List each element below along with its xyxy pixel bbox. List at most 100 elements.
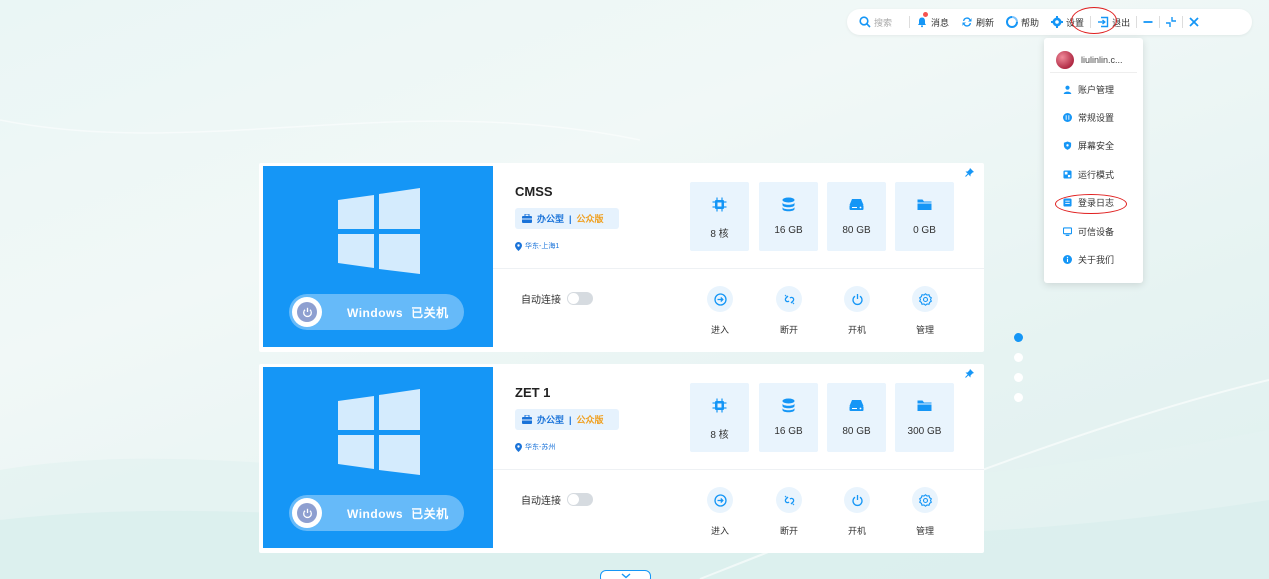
desktop-preview[interactable]: Windows 已关机 bbox=[263, 367, 493, 548]
minimize-button[interactable] bbox=[1137, 9, 1159, 35]
cpu-icon bbox=[712, 197, 727, 212]
top-toolbar: 搜索 消息 刷新 帮助 设置 退出 bbox=[847, 9, 1252, 35]
region-label: 华东-上海1 bbox=[515, 241, 559, 251]
cpu-icon bbox=[712, 398, 727, 413]
os-name: Windows bbox=[347, 305, 404, 320]
menu-item-screen-security[interactable]: 屏幕安全 bbox=[1044, 132, 1143, 160]
desktop-card: Windows 已关机 ZET 1 办公型 | 公众版 华东-苏州 8 核 16 … bbox=[259, 364, 984, 553]
minimize-icon bbox=[1143, 21, 1153, 23]
menu-item-account[interactable]: 账户管理 bbox=[1044, 75, 1143, 103]
os-state-text: Windows 已关机 bbox=[347, 304, 449, 321]
page-indicator bbox=[1014, 333, 1023, 413]
auto-connect-toggle[interactable] bbox=[567, 493, 593, 506]
os-state-text: Windows 已关机 bbox=[347, 505, 449, 522]
close-icon bbox=[1189, 17, 1199, 27]
power-on-button[interactable]: 开机 bbox=[832, 487, 882, 537]
disconnect-button[interactable]: 断开 bbox=[764, 487, 814, 537]
page-dot-1[interactable] bbox=[1014, 333, 1023, 342]
settings-icon bbox=[1063, 113, 1072, 123]
auto-connect-row: 自动连接 bbox=[521, 291, 593, 306]
auto-connect-row: 自动连接 bbox=[521, 492, 593, 507]
enter-icon bbox=[713, 292, 727, 306]
auto-connect-label: 自动连接 bbox=[521, 295, 561, 306]
desktop-card: Windows 已关机 CMSS 办公型 | 公众版 华东-上海1 8 核 16 … bbox=[259, 163, 984, 352]
menu-item-label: 屏幕安全 bbox=[1078, 141, 1115, 152]
refresh-button[interactable]: 刷新 bbox=[955, 9, 1000, 35]
manage-button[interactable]: 管理 bbox=[900, 487, 950, 537]
location-icon bbox=[515, 241, 522, 251]
mode-icon bbox=[1063, 170, 1072, 179]
menu-item-label: 运行模式 bbox=[1078, 169, 1115, 180]
tag-separator: | bbox=[569, 213, 572, 224]
refresh-label: 刷新 bbox=[976, 17, 995, 28]
enter-button[interactable]: 进入 bbox=[695, 487, 745, 537]
folder-icon bbox=[917, 400, 932, 411]
help-button[interactable]: 帮助 bbox=[1000, 9, 1045, 35]
restore-button[interactable] bbox=[1160, 9, 1182, 35]
power-button[interactable] bbox=[292, 297, 322, 327]
power-icon bbox=[851, 293, 863, 305]
pin-icon[interactable] bbox=[965, 369, 974, 378]
close-button[interactable] bbox=[1183, 9, 1205, 35]
power-button[interactable] bbox=[292, 498, 322, 528]
menu-item-about[interactable]: 关于我们 bbox=[1044, 245, 1143, 273]
pin-icon[interactable] bbox=[965, 168, 974, 177]
menu-item-label: 账户管理 bbox=[1078, 84, 1115, 95]
desktop-preview[interactable]: Windows 已关机 bbox=[263, 166, 493, 347]
log-icon bbox=[1063, 198, 1072, 207]
search-placeholder: 搜索 bbox=[874, 17, 893, 28]
enter-button[interactable]: 进入 bbox=[695, 286, 745, 336]
settings-label: 设置 bbox=[1066, 17, 1085, 28]
database-icon bbox=[782, 197, 795, 212]
windows-logo-icon bbox=[338, 188, 420, 274]
spec-system-disk: 80 GB bbox=[827, 383, 886, 452]
page-dot-4[interactable] bbox=[1014, 393, 1023, 402]
menu-item-run-mode[interactable]: 运行模式 bbox=[1044, 160, 1143, 188]
page-dot-3[interactable] bbox=[1014, 373, 1023, 382]
enter-label: 进入 bbox=[710, 526, 729, 536]
menu-item-general-settings[interactable]: 常规设置 bbox=[1044, 103, 1143, 131]
menu-item-label: 常规设置 bbox=[1078, 113, 1115, 124]
desktop-type-tag: 办公型 | 公众版 bbox=[515, 208, 619, 229]
menu-item-login-log[interactable]: 登录日志 bbox=[1044, 189, 1143, 217]
gear-icon bbox=[918, 493, 932, 507]
spec-system-disk-value: 80 GB bbox=[842, 426, 871, 437]
enter-label: 进入 bbox=[710, 325, 729, 335]
search-box[interactable]: 搜索 bbox=[853, 9, 909, 35]
tag-edition: 公众版 bbox=[576, 214, 604, 224]
power-on-label: 开机 bbox=[847, 325, 866, 335]
menu-username: liulinlin.c... bbox=[1081, 55, 1123, 65]
logout-button[interactable]: 退出 bbox=[1091, 9, 1136, 35]
desktop-type-tag: 办公型 | 公众版 bbox=[515, 409, 619, 430]
manage-button[interactable]: 管理 bbox=[900, 286, 950, 336]
expand-button[interactable] bbox=[600, 570, 651, 579]
settings-button[interactable]: 设置 bbox=[1045, 9, 1090, 35]
spec-memory-value: 16 GB bbox=[774, 426, 803, 437]
bell-icon bbox=[918, 17, 926, 28]
messages-button[interactable]: 消息 bbox=[910, 9, 955, 35]
disconnect-button[interactable]: 断开 bbox=[764, 286, 814, 336]
power-status-pill[interactable]: Windows 已关机 bbox=[289, 294, 464, 330]
disconnect-label: 断开 bbox=[779, 325, 798, 335]
menu-item-trusted-devices[interactable]: 可信设备 bbox=[1044, 217, 1143, 245]
menu-user-row[interactable]: liulinlin.c... bbox=[1050, 38, 1137, 73]
gear-icon bbox=[1051, 16, 1064, 28]
location-icon bbox=[515, 442, 522, 452]
page-dot-2[interactable] bbox=[1014, 353, 1023, 362]
refresh-icon bbox=[962, 17, 972, 27]
region-label: 华东-苏州 bbox=[515, 442, 555, 452]
avatar bbox=[1056, 51, 1074, 69]
hard-drive-icon bbox=[849, 400, 864, 411]
manage-label: 管理 bbox=[915, 325, 934, 335]
power-on-button[interactable]: 开机 bbox=[832, 286, 882, 336]
spec-memory: 16 GB bbox=[759, 182, 818, 251]
region-text: 华东-苏州 bbox=[525, 444, 556, 451]
hard-drive-icon bbox=[849, 199, 864, 210]
power-icon bbox=[851, 494, 863, 506]
auto-connect-toggle[interactable] bbox=[567, 292, 593, 305]
power-icon bbox=[297, 302, 317, 322]
messages-label: 消息 bbox=[931, 17, 950, 28]
windows-logo-icon bbox=[338, 389, 420, 475]
spec-data-disk: 0 GB bbox=[895, 182, 954, 251]
power-status-pill[interactable]: Windows 已关机 bbox=[289, 495, 464, 531]
